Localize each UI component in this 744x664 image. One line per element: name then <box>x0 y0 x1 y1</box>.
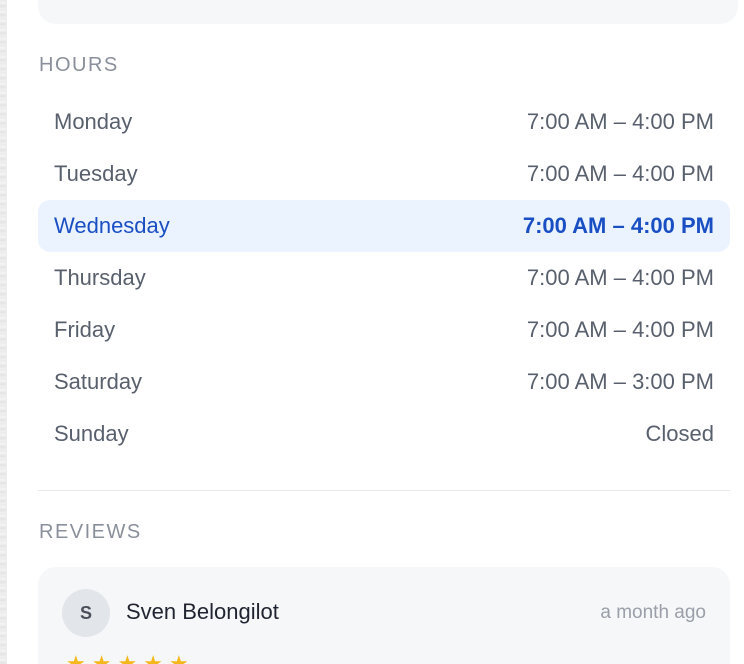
hours-day: Sunday <box>54 421 129 446</box>
reviews-heading: REVIEWS <box>39 521 142 543</box>
reviewer-name: Sven Belongilot <box>126 599 279 624</box>
hours-day: Monday <box>54 109 133 134</box>
star-icon: ★ <box>117 651 138 664</box>
hours-time: 7:00 AM – 4:00 PM <box>526 317 714 342</box>
review-timestamp: a month ago <box>600 602 706 623</box>
hours-time: 7:00 AM – 4:00 PM <box>526 161 714 186</box>
hours-time: 7:00 AM – 3:00 PM <box>526 369 714 394</box>
review-card[interactable]: S Sven Belongilot a month ago ★ ★ ★ ★ ★ <box>38 567 730 664</box>
hours-row-sunday: Sunday Closed <box>38 408 730 460</box>
hours-heading: HOURS <box>39 54 119 76</box>
hours-day: Saturday <box>54 369 143 394</box>
hours-row-tuesday: Tuesday 7:00 AM – 4:00 PM <box>38 148 730 200</box>
hours-day: Friday <box>54 317 116 342</box>
hours-day: Wednesday <box>54 213 170 238</box>
hours-row-monday: Monday 7:00 AM – 4:00 PM <box>38 96 730 148</box>
star-icon: ★ <box>91 651 112 664</box>
page: HOURS Monday 7:00 AM – 4:00 PM Tuesday 7… <box>0 0 744 664</box>
star-icon: ★ <box>66 651 86 664</box>
hours-time: 7:00 AM – 4:00 PM <box>522 213 714 238</box>
hours-day: Tuesday <box>54 161 138 186</box>
hours-day: Thursday <box>54 265 146 290</box>
hours-list: Monday 7:00 AM – 4:00 PM Tuesday 7:00 AM… <box>38 96 730 460</box>
hours-row-thursday: Thursday 7:00 AM – 4:00 PM <box>38 252 730 304</box>
avatar: S <box>62 589 110 637</box>
star-rating: ★ ★ ★ ★ ★ <box>66 653 189 664</box>
hours-time: Closed <box>645 421 714 446</box>
star-icon: ★ <box>143 651 163 664</box>
hours-row-saturday: Saturday 7:00 AM – 3:00 PM <box>38 356 730 408</box>
section-divider <box>38 490 730 491</box>
left-edge-texture <box>0 0 7 664</box>
hours-time: 7:00 AM – 4:00 PM <box>526 109 714 134</box>
top-card <box>38 0 738 24</box>
star-icon: ★ <box>168 651 189 664</box>
details-panel: HOURS Monday 7:00 AM – 4:00 PM Tuesday 7… <box>8 0 744 664</box>
hours-row-wednesday-today: Wednesday 7:00 AM – 4:00 PM <box>38 200 730 252</box>
hours-time: 7:00 AM – 4:00 PM <box>526 265 714 290</box>
hours-row-friday: Friday 7:00 AM – 4:00 PM <box>38 304 730 356</box>
